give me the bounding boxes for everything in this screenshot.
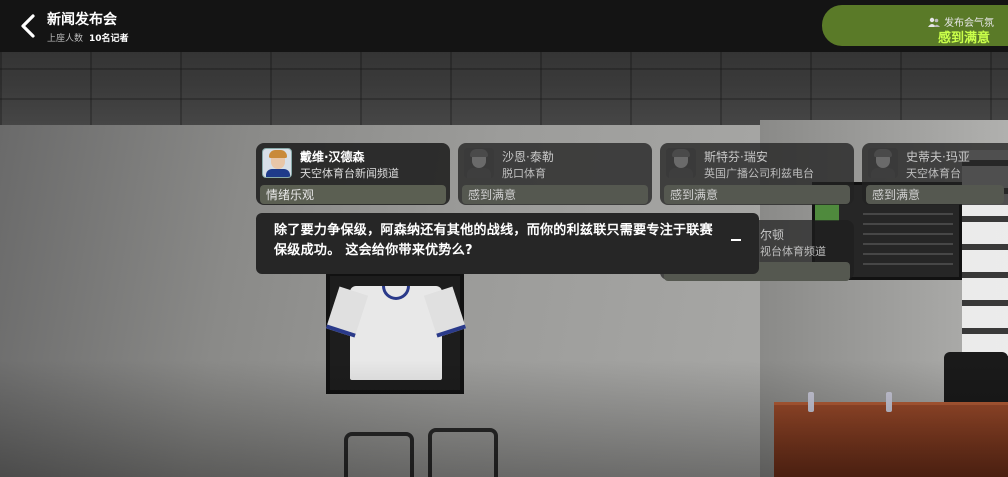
reporter-outlet: 天空体育台 — [906, 167, 961, 180]
seated-label: 上座人数 — [47, 34, 84, 44]
minimize-icon[interactable] — [731, 239, 741, 241]
mood-value: 感到满意 — [937, 31, 990, 46]
avatar — [868, 148, 898, 178]
reporter-card[interactable]: 戴维·汉德森 天空体育台新闻频道 情绪乐观 — [256, 143, 450, 205]
reporter-outlet-fragment: 视台体育频道 — [760, 245, 826, 258]
reporter-status: 情绪乐观 — [260, 185, 446, 204]
reporter-status: 感到满意 — [664, 185, 850, 204]
press-mood-panel: 发布会气氛 感到满意 — [822, 5, 1008, 46]
ceiling-grid — [0, 50, 1008, 130]
back-button[interactable] — [14, 10, 42, 42]
reporter-outlet: 英国广播公司利兹电台 — [704, 167, 814, 180]
reporter-outlet: 脱口体育 — [502, 167, 546, 180]
avatar — [666, 148, 696, 178]
avatar — [262, 148, 292, 178]
reporter-outlet: 天空体育台新闻频道 — [300, 167, 399, 180]
page-title: 新闻发布会 — [47, 12, 117, 28]
avatar — [464, 148, 494, 178]
top-bar: 新闻发布会 上座人数 10名记者 发布会气氛 感到满意 — [0, 0, 1008, 52]
reporter-name: 戴维·汉德森 — [300, 150, 365, 164]
reporter-card[interactable]: 沙恩·泰勒 脱口体育 感到满意 — [458, 143, 652, 205]
seated-count: 上座人数 10名记者 — [47, 31, 129, 44]
reporter-status: 感到满意 — [462, 185, 648, 204]
reporter-card[interactable]: 史蒂夫·玛亚 天空体育台 感到满意 — [862, 143, 1008, 205]
reporter-name: 史蒂夫·玛亚 — [906, 150, 970, 164]
reporter-name: 斯特芬·瑞安 — [704, 150, 768, 164]
question-box: 除了要力争保级，阿森纳还有其他的战线，而你的利兹联只需要专注于联赛保级成功。 这… — [256, 213, 759, 274]
reporter-name-fragment: 尔顿 — [760, 228, 785, 242]
reporter-card[interactable]: 斯特芬·瑞安 英国广播公司利兹电台 感到满意 — [660, 143, 854, 205]
reporter-status: 感到满意 — [866, 185, 1004, 204]
chevron-left-icon — [21, 14, 35, 38]
seated-value: 10名记者 — [89, 34, 129, 44]
question-text: 除了要力争保级，阿森纳还有其他的战线，而你的利兹联只需要专注于联赛保级成功。 这… — [274, 223, 713, 258]
people-icon — [928, 17, 940, 27]
reporter-name: 沙恩·泰勒 — [502, 150, 554, 164]
